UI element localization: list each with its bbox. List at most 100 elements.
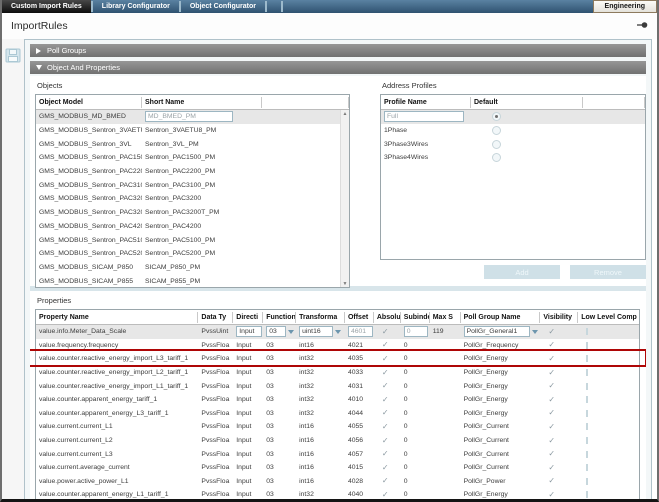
property-row[interactable]: value.counter.reactive_energy_import_L1_… [36, 379, 639, 393]
default-radio[interactable] [492, 112, 501, 121]
object-row[interactable]: GMS_MODBUS_SICAM_P855SICAM_P855_PM [36, 274, 340, 288]
save-icon[interactable] [5, 50, 21, 67]
visibility-checkbox[interactable]: ✓ [543, 491, 555, 499]
property-row[interactable]: value.counter.apparent_energy_L1_tariff_… [36, 488, 639, 502]
engineering-mode-button[interactable]: Engineering [593, 0, 657, 13]
object-row[interactable]: GMS_MODBUS_Sentron_PAC1500Sentron_PAC150… [36, 151, 340, 165]
object-row[interactable]: GMS_MODBUS_Sentron_PAC2200Sentron_PAC220… [36, 165, 340, 179]
absolute-checkbox[interactable]: ✓ [377, 328, 389, 336]
property-row[interactable]: value.current.average_currentPvssFloaInp… [36, 461, 639, 475]
pin-icon[interactable] [636, 17, 648, 35]
default-radio[interactable] [492, 126, 501, 135]
property-row[interactable]: value.counter.reactive_energy_import_L3_… [36, 352, 639, 366]
low-level-cell [578, 383, 639, 390]
low-level-checkbox[interactable] [586, 491, 588, 498]
property-row[interactable]: value.current.current_L2PvssFloaInput03i… [36, 434, 639, 448]
absolute-checkbox[interactable]: ✓ [377, 423, 389, 431]
section-header-object-and-properties[interactable]: Object And Properties [30, 61, 646, 74]
dropdown-icon[interactable] [335, 330, 341, 334]
absolute-checkbox[interactable]: ✓ [377, 355, 389, 363]
object-row[interactable]: GMS_MODBUS_Sentron_PAC5100Sentron_PAC510… [36, 233, 340, 247]
object-row[interactable]: GMS_MODBUS_Sentron_PAC3200Sentron_PAC320… [36, 206, 340, 220]
default-radio[interactable] [492, 153, 501, 162]
low-level-checkbox[interactable] [586, 355, 588, 362]
object-row[interactable]: GMS_MODBUS_Sentron_PAC5200Sentron_PAC520… [36, 247, 340, 261]
visibility-checkbox[interactable]: ✓ [543, 450, 555, 458]
visibility-checkbox[interactable]: ✓ [543, 382, 555, 390]
absolute-checkbox[interactable]: ✓ [377, 341, 389, 349]
absolute-checkbox[interactable]: ✓ [377, 409, 389, 417]
profile-row[interactable]: 1Phase [381, 124, 645, 138]
low-level-checkbox[interactable] [586, 478, 588, 485]
visibility-checkbox[interactable]: ✓ [543, 369, 555, 377]
profile-row[interactable]: 3Phase4Wires [381, 151, 645, 165]
visibility-checkbox[interactable]: ✓ [543, 355, 555, 363]
scroll-down-icon[interactable]: ▼ [341, 280, 349, 288]
objects-scrollbar[interactable]: ▲ ▼ [340, 110, 349, 288]
low-level-checkbox[interactable] [586, 464, 588, 471]
visibility-checkbox[interactable]: ✓ [543, 341, 555, 349]
add-button[interactable]: Add [484, 265, 560, 279]
offset-input[interactable]: 4601 [348, 326, 373, 337]
tab-object-configurator[interactable]: Object Configurator [181, 0, 265, 13]
function-input[interactable]: 03 [266, 326, 286, 337]
absolute-checkbox[interactable]: ✓ [377, 382, 389, 390]
low-level-checkbox[interactable] [586, 369, 588, 376]
dropdown-icon[interactable] [532, 330, 538, 334]
visibility-checkbox[interactable]: ✓ [543, 464, 555, 472]
visibility-checkbox[interactable]: ✓ [543, 328, 555, 336]
property-row[interactable]: value.current.current_L1PvssFloaInput03i… [36, 420, 639, 434]
visibility-checkbox[interactable]: ✓ [543, 409, 555, 417]
direction-input[interactable]: Input [236, 326, 262, 337]
property-row[interactable]: value.power.active_power_L1PvssFloaInput… [36, 475, 639, 489]
subindex-input[interactable]: 0 [404, 326, 428, 337]
remove-button[interactable]: Remove [570, 265, 646, 279]
transformation-input[interactable]: uint16 [299, 326, 333, 337]
profile-name-input[interactable]: Full [384, 111, 464, 122]
tab-library-configurator[interactable]: Library Configurator [93, 0, 179, 13]
absolute-checkbox[interactable]: ✓ [377, 450, 389, 458]
profile-row[interactable]: 3Phase3Wires [381, 137, 645, 151]
short-name-cell: Sentron_PAC2200_PM [142, 168, 262, 175]
property-row[interactable]: value.current.current_L3PvssFloaInput03i… [36, 447, 639, 461]
property-row[interactable]: value.info.Meter_Data_ScalePvssUintInput… [36, 325, 639, 339]
property-row[interactable]: value.counter.apparent_energy_L3_tariff_… [36, 407, 639, 421]
low-level-checkbox[interactable] [586, 410, 588, 417]
dropdown-icon[interactable] [288, 330, 294, 334]
object-row[interactable]: GMS_MODBUS_Sentron_PAC4200Sentron_PAC420… [36, 220, 340, 234]
absolute-checkbox[interactable]: ✓ [377, 437, 389, 445]
low-level-checkbox[interactable] [586, 423, 588, 430]
scroll-up-icon[interactable]: ▲ [341, 110, 349, 119]
poll-group-input[interactable]: PollGr_General1 [464, 326, 530, 337]
object-row[interactable]: GMS_MODBUS_SICAM_P850SICAM_P850_PM [36, 261, 340, 275]
property-row[interactable]: value.counter.apparent_energy_tariff_1Pv… [36, 393, 639, 407]
visibility-checkbox[interactable]: ✓ [543, 437, 555, 445]
section-header-poll-groups[interactable]: Poll Groups [30, 44, 646, 57]
tab-custom-import-rules[interactable]: Custom Import Rules [2, 0, 91, 13]
visibility-checkbox[interactable]: ✓ [543, 396, 555, 404]
low-level-checkbox[interactable] [586, 383, 588, 390]
absolute-checkbox[interactable]: ✓ [377, 396, 389, 404]
object-row[interactable]: GMS_MODBUS_Sentron_PAC3100Sentron_PAC310… [36, 178, 340, 192]
profile-row[interactable]: Full [381, 110, 645, 124]
visibility-checkbox[interactable]: ✓ [543, 477, 555, 485]
direction-cell: Input [233, 410, 263, 417]
object-row[interactable]: GMS_MODBUS_Sentron_3VAETU8Sentron_3VAETU… [36, 124, 340, 138]
absolute-checkbox[interactable]: ✓ [377, 464, 389, 472]
absolute-checkbox[interactable]: ✓ [377, 369, 389, 377]
object-row[interactable]: GMS_MODBUS_Sentron_PAC3200Sentron_PAC320… [36, 192, 340, 206]
low-level-checkbox[interactable] [586, 328, 588, 335]
low-level-checkbox[interactable] [586, 437, 588, 444]
default-radio[interactable] [492, 140, 501, 149]
absolute-checkbox[interactable]: ✓ [377, 477, 389, 485]
property-row[interactable]: value.frequency.frequencyPvssFloaInput03… [36, 339, 639, 353]
absolute-checkbox[interactable]: ✓ [377, 491, 389, 499]
short-name-input[interactable]: MD_BMED_PM [145, 111, 233, 122]
low-level-checkbox[interactable] [586, 342, 588, 349]
low-level-checkbox[interactable] [586, 451, 588, 458]
object-row[interactable]: GMS_MODBUS_Sentron_3VLSentron_3VL_PM [36, 137, 340, 151]
property-row[interactable]: value.counter.reactive_energy_import_L2_… [36, 366, 639, 380]
object-row[interactable]: GMS_MODBUS_MD_BMEDMD_BMED_PM [36, 110, 340, 124]
low-level-checkbox[interactable] [586, 396, 588, 403]
visibility-checkbox[interactable]: ✓ [543, 423, 555, 431]
